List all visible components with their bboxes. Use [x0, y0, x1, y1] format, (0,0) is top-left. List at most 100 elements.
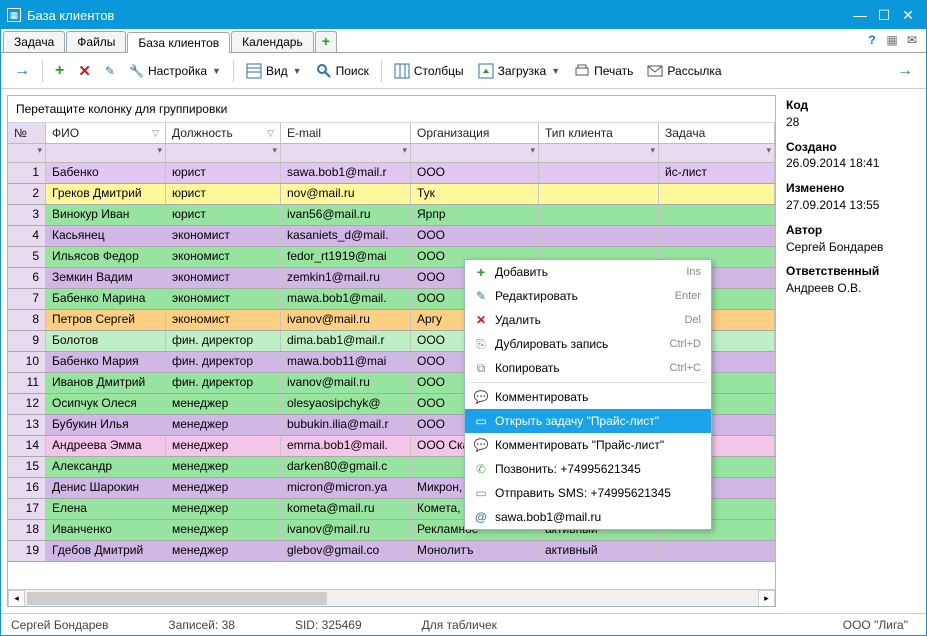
cell-fio[interactable]: Иванов Дмитрий [46, 373, 166, 393]
cell-dol[interactable]: менеджер [166, 394, 281, 414]
cell-dol[interactable]: менеджер [166, 436, 281, 456]
cell-email[interactable]: glebov@gmail.co [281, 541, 411, 561]
edit-button[interactable]: ✎ [100, 61, 120, 81]
cell-tip[interactable] [539, 163, 659, 183]
cell-zad[interactable] [659, 226, 775, 246]
cell-email[interactable]: fedor_rt1919@mai [281, 247, 411, 267]
nav-forward-button[interactable]: → [9, 59, 35, 83]
cell-email[interactable]: ivanov@mail.ru [281, 373, 411, 393]
cell-num[interactable]: 1 [8, 163, 46, 183]
cell-fio[interactable]: Касьянец [46, 226, 166, 246]
cell-fio[interactable]: Денис Шарокин [46, 478, 166, 498]
tab-add[interactable]: + [315, 31, 337, 52]
cell-dol[interactable]: экономист [166, 310, 281, 330]
cell-num[interactable]: 19 [8, 541, 46, 561]
cell-num[interactable]: 17 [8, 499, 46, 519]
cell-email[interactable]: darken80@gmail.c [281, 457, 411, 477]
cell-num[interactable]: 7 [8, 289, 46, 309]
tab-task[interactable]: Задача [3, 31, 65, 52]
col-tip[interactable]: Тип клиента [539, 123, 659, 143]
cell-fio[interactable]: Елена [46, 499, 166, 519]
cell-dol[interactable]: менеджер [166, 541, 281, 561]
ctx-plus[interactable]: +ДобавитьIns [465, 260, 711, 284]
cell-email[interactable]: sawa.bob1@mail.r [281, 163, 411, 183]
cell-num[interactable]: 4 [8, 226, 46, 246]
ctx-sms[interactable]: ▭Отправить SMS: +74995621345 [465, 481, 711, 505]
col-zad[interactable]: Задача [659, 123, 775, 143]
table-row[interactable]: 1Бабенкоюристsawa.bob1@mail.rОООйс-лист [8, 163, 775, 184]
scroll-thumb[interactable] [27, 592, 327, 605]
cell-num[interactable]: 3 [8, 205, 46, 225]
search-button[interactable]: Поиск [311, 60, 374, 82]
cell-fio[interactable]: Ильясов Федор [46, 247, 166, 267]
settings-button[interactable]: 🔧Настройка▼ [124, 61, 226, 81]
cell-email[interactable]: mawa.bob1@mail. [281, 289, 411, 309]
tab-files[interactable]: Файлы [66, 31, 126, 52]
cell-org[interactable]: ООО [411, 226, 539, 246]
cell-num[interactable]: 10 [8, 352, 46, 372]
filter-email[interactable] [281, 144, 411, 162]
cell-email[interactable]: zemkin1@mail.ru [281, 268, 411, 288]
cell-zad[interactable] [659, 205, 775, 225]
cell-fio[interactable]: Бабенко Марина [46, 289, 166, 309]
ctx-dup[interactable]: ⎘Дублировать записьCtrl+D [465, 332, 711, 356]
table-row[interactable]: 3Винокур Иванюристivan56@mail.ruЯрпр [8, 205, 775, 226]
cell-fio[interactable]: Земкин Вадим [46, 268, 166, 288]
cell-org[interactable]: Тук [411, 184, 539, 204]
cell-email[interactable]: ivanov@mail.ru [281, 310, 411, 330]
filter-tip[interactable] [539, 144, 659, 162]
cell-fio[interactable]: Болотов [46, 331, 166, 351]
cell-num[interactable]: 11 [8, 373, 46, 393]
cell-num[interactable]: 5 [8, 247, 46, 267]
cell-fio[interactable]: Бабенко Мария [46, 352, 166, 372]
cell-tip[interactable]: активный [539, 541, 659, 561]
delete-button[interactable]: ✕ [73, 59, 96, 83]
cell-fio[interactable]: Греков Дмитрий [46, 184, 166, 204]
scroll-track[interactable] [25, 590, 758, 607]
ctx-open[interactable]: ▭Открыть задачу "Прайс-лист" [465, 409, 711, 433]
cell-tip[interactable] [539, 205, 659, 225]
ctx-phone[interactable]: ✆Позвонить: +74995621345 [465, 457, 711, 481]
ctx-pencil[interactable]: ✎РедактироватьEnter [465, 284, 711, 308]
cell-zad[interactable] [659, 541, 775, 561]
cell-tip[interactable] [539, 184, 659, 204]
filter-fio[interactable] [46, 144, 166, 162]
cell-email[interactable]: dima.bab1@mail.r [281, 331, 411, 351]
cell-num[interactable]: 12 [8, 394, 46, 414]
cell-email[interactable]: kometa@mail.ru [281, 499, 411, 519]
cell-dol[interactable]: экономист [166, 247, 281, 267]
cell-dol[interactable]: экономист [166, 226, 281, 246]
cell-fio[interactable]: Бубукин Илья [46, 415, 166, 435]
ctx-x[interactable]: ✕УдалитьDel [465, 308, 711, 332]
view-button[interactable]: Вид▼ [241, 60, 307, 82]
cell-num[interactable]: 14 [8, 436, 46, 456]
columns-button[interactable]: Столбцы [389, 60, 469, 82]
cell-tip[interactable] [539, 226, 659, 246]
filter-dol[interactable] [166, 144, 281, 162]
col-org[interactable]: Организация [411, 123, 539, 143]
cell-num[interactable]: 13 [8, 415, 46, 435]
cell-email[interactable]: micron@micron.ya [281, 478, 411, 498]
ctx-at[interactable]: @sawa.bob1@mail.ru [465, 505, 711, 529]
cell-fio[interactable]: Бабенко [46, 163, 166, 183]
add-button[interactable]: + [50, 59, 69, 83]
cell-fio[interactable]: Осипчук Олеся [46, 394, 166, 414]
col-fio[interactable]: ФИО▽ [46, 123, 166, 143]
cell-fio[interactable]: Винокур Иван [46, 205, 166, 225]
cell-email[interactable]: ivanov@mail.ru [281, 520, 411, 540]
group-bar[interactable]: Перетащите колонку для группировки [8, 96, 775, 123]
cell-dol[interactable]: менеджер [166, 499, 281, 519]
cell-zad[interactable]: йс-лист [659, 163, 775, 183]
cell-dol[interactable]: экономист [166, 268, 281, 288]
scroll-right-button[interactable]: ▸ [758, 590, 775, 607]
ctx-copy[interactable]: ⧉КопироватьCtrl+C [465, 356, 711, 380]
filter-org[interactable] [411, 144, 539, 162]
cell-num[interactable]: 6 [8, 268, 46, 288]
cell-dol[interactable]: менеджер [166, 457, 281, 477]
cell-email[interactable]: emma.bob1@mail. [281, 436, 411, 456]
cell-email[interactable]: mawa.bob11@mai [281, 352, 411, 372]
help-icon[interactable]: ? [864, 32, 880, 48]
minimize-button[interactable]: — [848, 5, 872, 25]
table-row[interactable]: 4Касьянецэкономистkasaniets_d@mail.ООО [8, 226, 775, 247]
cell-email[interactable]: kasaniets_d@mail. [281, 226, 411, 246]
